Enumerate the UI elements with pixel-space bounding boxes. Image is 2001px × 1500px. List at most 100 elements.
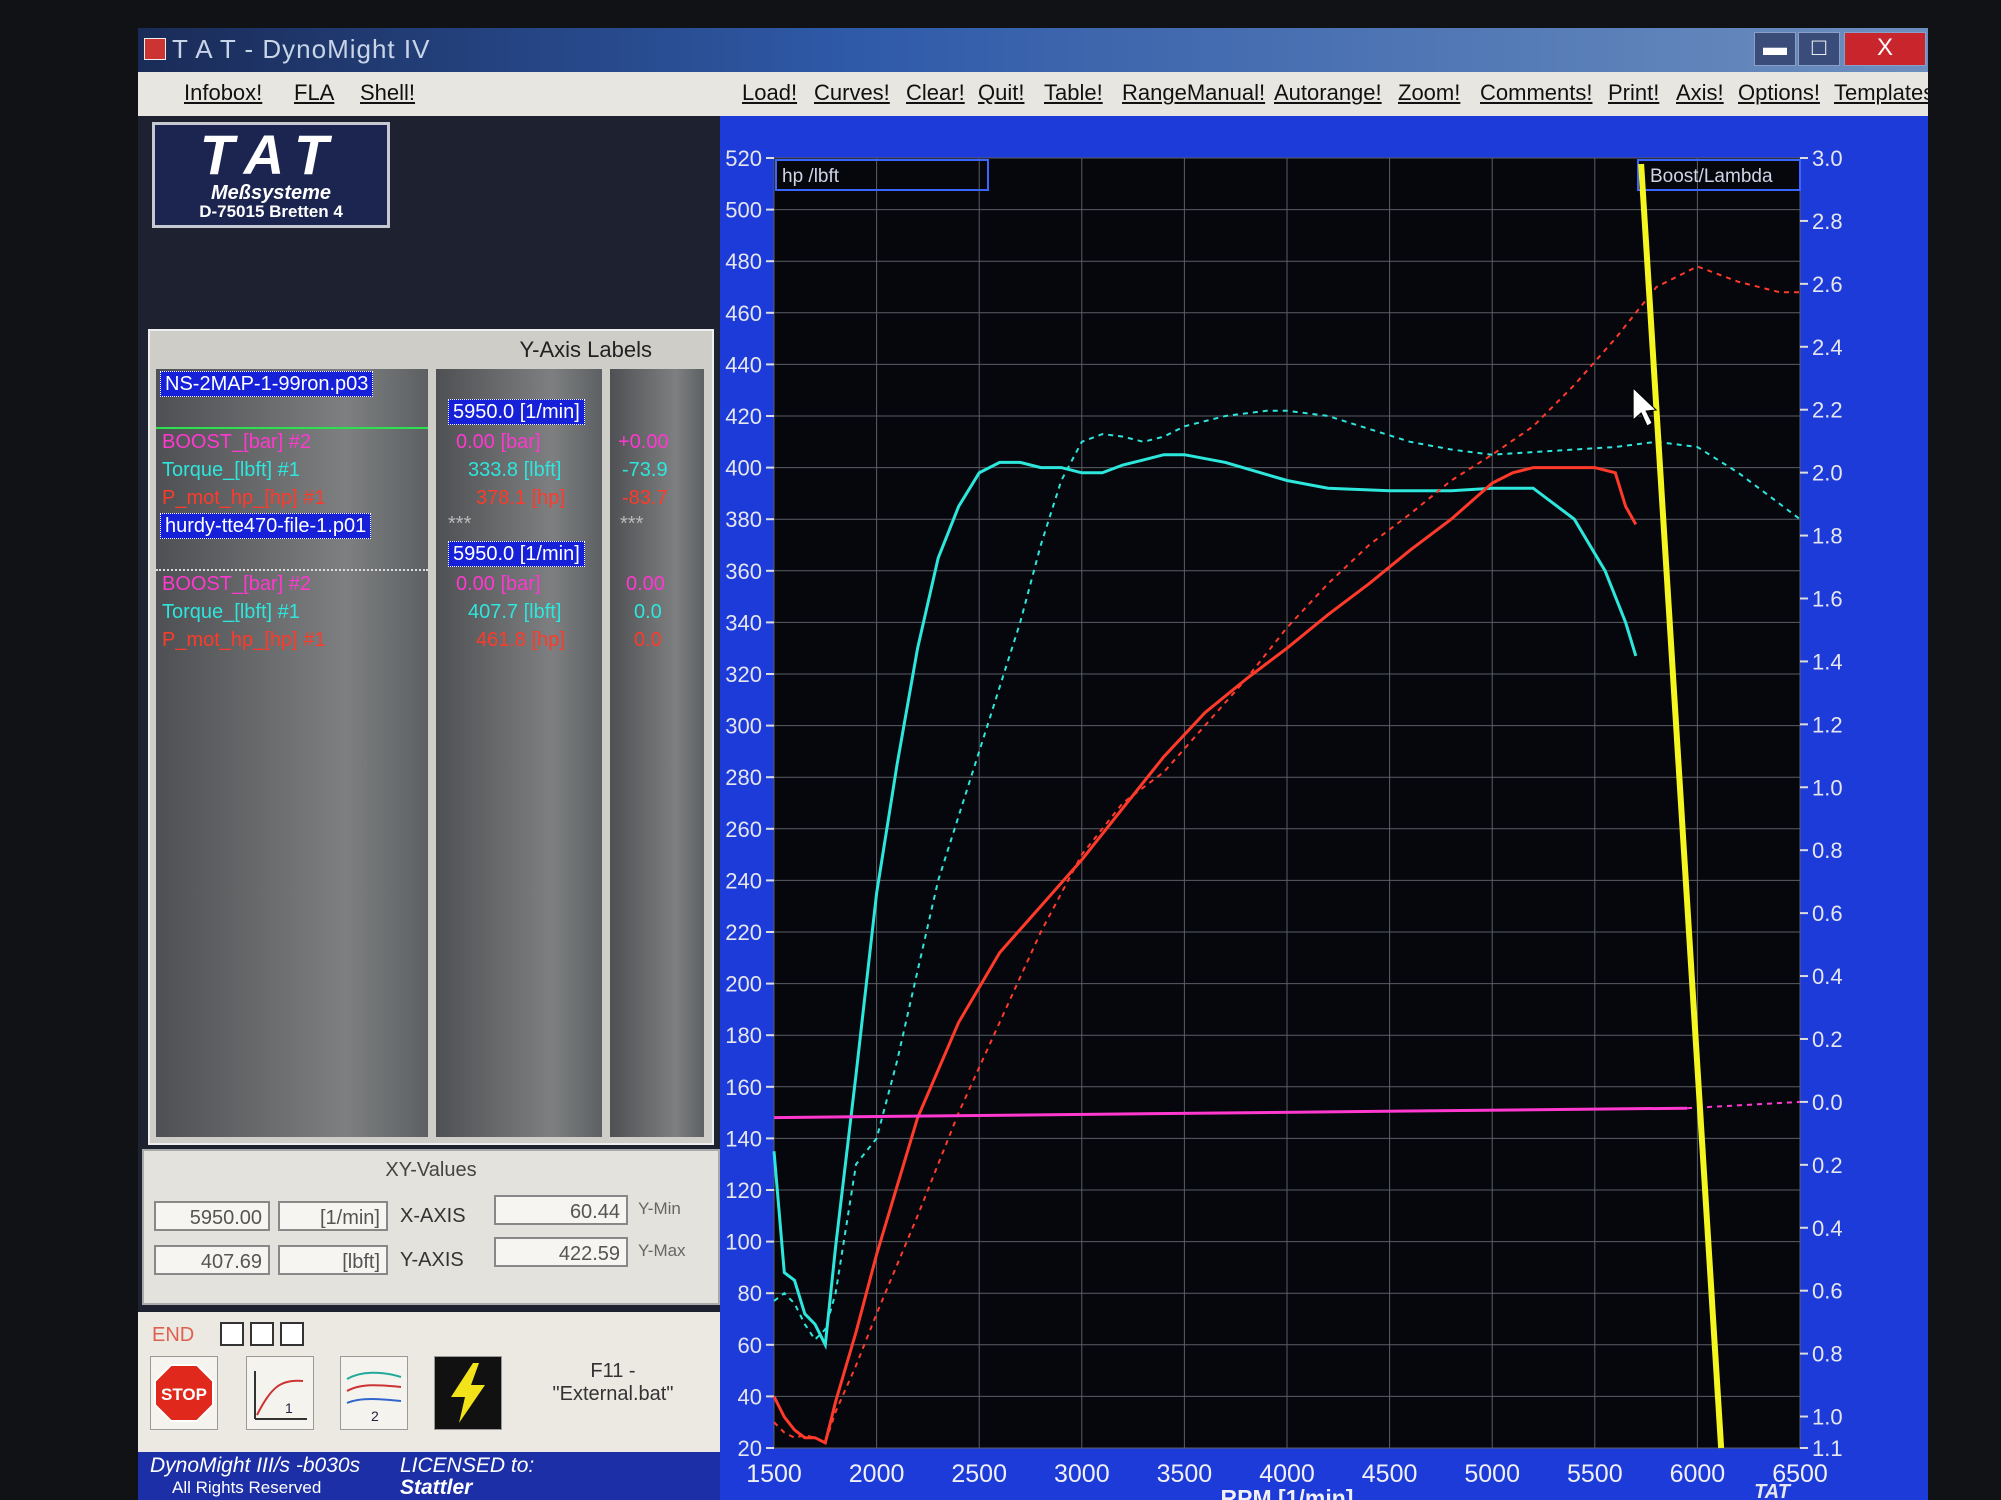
- menu-quit[interactable]: Quit!: [978, 80, 1024, 106]
- x-tick-label: 3000: [1054, 1460, 1110, 1488]
- y-tick-label: 280: [725, 765, 762, 790]
- y2-tick-label: 1.4: [1812, 649, 1843, 674]
- license-footer: DynoMight III/s -b030s All Rights Reserv…: [138, 1452, 720, 1500]
- licensed-to-label: LICENSED to:: [400, 1454, 535, 1477]
- x-value-field[interactable]: 5950.00: [154, 1201, 270, 1231]
- option-checkbox-3[interactable]: [280, 1322, 304, 1346]
- menu-fla[interactable]: FLA: [294, 80, 334, 106]
- y2-tick-label: 2.0: [1812, 461, 1843, 486]
- menu-clear[interactable]: Clear!: [906, 80, 965, 106]
- menu-zoom[interactable]: Zoom!: [1398, 80, 1460, 106]
- x-tick-label: 4500: [1362, 1460, 1418, 1488]
- y2-tick-label: 0.2: [1812, 1027, 1843, 1052]
- y2-tick-label: 1.1: [1812, 1436, 1843, 1461]
- run1-rpm-value: 5950.0 [1/min]: [448, 399, 585, 425]
- x-tick-label: 5000: [1464, 1460, 1520, 1488]
- y-max-field[interactable]: 422.59: [494, 1237, 628, 1267]
- y-value-field[interactable]: 407.69: [154, 1245, 270, 1275]
- curve-1-button[interactable]: 1: [246, 1356, 314, 1430]
- run2-power-delta: 0.0: [634, 629, 662, 651]
- run1-file-label[interactable]: NS-2MAP-1-99ron.p03: [160, 371, 374, 397]
- y-tick-label: 80: [738, 1281, 762, 1306]
- y-unit-field[interactable]: [lbft]: [278, 1245, 388, 1275]
- stop-button[interactable]: STOP: [150, 1356, 218, 1430]
- y2-tick-label: 0.0: [1812, 1090, 1843, 1115]
- menu-curves[interactable]: Curves!: [814, 80, 890, 106]
- y-min-field[interactable]: 60.44: [494, 1195, 628, 1225]
- option-checkbox-2[interactable]: [250, 1322, 274, 1346]
- run1-sep-mark: ***: [448, 513, 472, 535]
- menu-comments[interactable]: Comments!: [1480, 80, 1592, 106]
- menu-templates[interactable]: Templates: [1834, 80, 1928, 106]
- y-tick-label: 520: [725, 146, 762, 171]
- run1-power-value: 378.1 [hp]: [476, 487, 565, 509]
- chart-watermark: TAT: [1754, 1481, 1792, 1500]
- logo-brand: TAT: [199, 123, 343, 186]
- run2-power-name[interactable]: P_mot_hp_[hp] #1: [162, 629, 325, 652]
- tat-logo: TAT Meßsysteme D-75015 Bretten 4: [152, 122, 390, 228]
- y2-tick-label: 0.2: [1812, 1153, 1843, 1178]
- y-tick-label: 100: [725, 1230, 762, 1255]
- run2-torque-value: 407.7 [lbft]: [468, 601, 562, 623]
- y-tick-label: 420: [725, 404, 762, 429]
- minimize-button[interactable]: ▬: [1754, 32, 1796, 66]
- run1-boost-name[interactable]: BOOST_[bar] #2: [162, 431, 311, 454]
- dyno-chart[interactable]: 20 40 60 80 100 120 140 160 180 200 220 240 260 280 30…: [720, 116, 1928, 1500]
- run2-torque-name[interactable]: Torque_[lbft] #1: [162, 601, 300, 624]
- stop-icon: STOP: [154, 1364, 214, 1422]
- y-axis-label: Y-AXIS: [400, 1249, 464, 1271]
- y-tick-label: 160: [725, 1075, 762, 1100]
- y2-tick-label: 1.0: [1812, 1405, 1843, 1430]
- y-tick-label: 480: [725, 249, 762, 274]
- maximize-button[interactable]: □: [1798, 32, 1840, 66]
- y-tick-label: 20: [738, 1436, 762, 1461]
- tool-panel: END STOP 1 2 F11 - "External.bat": [138, 1312, 720, 1452]
- menu-load[interactable]: Load!: [742, 80, 797, 106]
- rights-text: All Rights Reserved: [172, 1478, 322, 1497]
- chart-svg[interactable]: 20 40 60 80 100 120 140 160 180 200 220 240 260 280 30…: [720, 116, 1928, 1500]
- run1-torque-value: 333.8 [lbft]: [468, 459, 562, 481]
- y2-tick-label: 0.8: [1812, 838, 1843, 863]
- menu-axis[interactable]: Axis!: [1676, 80, 1724, 106]
- y-tick-label: 200: [725, 972, 762, 997]
- y2-tick-label: 1.8: [1812, 524, 1843, 549]
- run2-file-label[interactable]: hurdy-tte470-file-1.p01: [160, 513, 372, 539]
- run2-boost-name[interactable]: BOOST_[bar] #2: [162, 573, 311, 596]
- window-title: T A T - DynoMight IV: [172, 34, 431, 64]
- run2-separator: [156, 569, 428, 571]
- menu-autorange[interactable]: Autorange!: [1274, 80, 1382, 106]
- stop-label: STOP: [161, 1385, 207, 1404]
- menu-print[interactable]: Print!: [1608, 80, 1659, 106]
- x-tick-label: 6000: [1670, 1460, 1726, 1488]
- run2-torque-delta: 0.0: [634, 601, 662, 623]
- app-icon[interactable]: [144, 38, 166, 60]
- external-bat-button[interactable]: [434, 1356, 502, 1430]
- y2-tick-label: 2.8: [1812, 209, 1843, 234]
- y-tick-label: 380: [725, 507, 762, 532]
- menu-shell[interactable]: Shell!: [360, 80, 415, 106]
- left-panel: TAT Meßsysteme D-75015 Bretten 4 Y-Axis …: [138, 116, 720, 1500]
- menu-rangemanual[interactable]: RangeManual!: [1122, 80, 1265, 106]
- logo-subtitle: Meßsysteme: [210, 182, 332, 204]
- app-window: T A T - DynoMight IV ▬ □ X Infobox! FLA …: [138, 28, 1928, 1500]
- menu-table[interactable]: Table!: [1044, 80, 1103, 106]
- x-tick-label: 2000: [849, 1460, 905, 1488]
- x-tick-label: 3500: [1157, 1460, 1213, 1488]
- x-unit-field[interactable]: [1/min]: [278, 1201, 388, 1231]
- menu-infobox[interactable]: Infobox!: [184, 80, 262, 106]
- run1-boost-value: 0.00 [bar]: [456, 431, 541, 453]
- close-button[interactable]: X: [1844, 32, 1926, 66]
- y-tick-label: 240: [725, 868, 762, 893]
- y-tick-label: 340: [725, 610, 762, 635]
- curve-2-button[interactable]: 2: [340, 1356, 408, 1430]
- title-bar[interactable]: T A T - DynoMight IV ▬ □ X: [138, 28, 1928, 72]
- option-checkbox-1[interactable]: [220, 1322, 244, 1346]
- run1-torque-name[interactable]: Torque_[lbft] #1: [162, 459, 300, 482]
- lightning-icon: [451, 1363, 485, 1423]
- run1-power-name[interactable]: P_mot_hp_[hp] #1: [162, 487, 325, 510]
- run1-separator: [156, 427, 428, 429]
- run1-torque-delta: -73.9: [622, 459, 668, 481]
- external-key-label: F11 -: [590, 1360, 636, 1382]
- y2-tick-label: 1.6: [1812, 586, 1843, 611]
- menu-options[interactable]: Options!: [1738, 80, 1820, 106]
